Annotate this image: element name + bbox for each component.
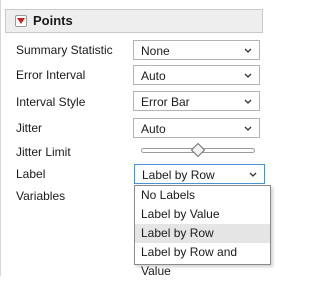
chevron-down-icon [244,48,252,53]
interval-style-combo[interactable]: Error Bar [133,91,260,111]
window-edge [0,0,1,276]
variables-label: Variables [16,189,66,203]
chevron-down-icon [244,99,252,104]
chevron-down-icon [244,73,252,78]
label-combo[interactable]: Label by Row [134,164,265,184]
dropdown-option-label-by-row[interactable]: Label by Row [135,224,270,243]
label-value: Label by Row [142,168,215,182]
summary-statistic-value: None [141,44,170,58]
error-interval-combo[interactable]: Auto [133,65,260,85]
interval-style-label: Interval Style [16,95,86,109]
jitter-value: Auto [141,122,166,136]
jitter-combo[interactable]: Auto [133,118,260,138]
summary-statistic-label: Summary Statistic [16,43,113,57]
dropdown-option-no-labels[interactable]: No Labels [135,186,270,205]
points-panel-header[interactable]: Points [5,9,263,33]
panel-title: Points [33,13,73,28]
summary-statistic-combo[interactable]: None [133,40,260,60]
jitter-limit-label: Jitter Limit [16,145,71,159]
error-interval-value: Auto [141,69,166,83]
interval-style-value: Error Bar [141,95,190,109]
chevron-down-icon [249,172,257,177]
label-label: Label [16,167,46,181]
disclosure-triangle-icon[interactable] [15,15,27,27]
jitter-label: Jitter [16,121,43,135]
jitter-limit-slider-thumb[interactable] [191,143,205,157]
label-dropdown-list: No Labels Label by Value Label by Row La… [134,185,271,278]
chevron-down-icon [244,126,252,131]
error-interval-label: Error Interval [16,68,86,82]
dropdown-option-label-by-value[interactable]: Label by Value [135,205,270,224]
dropdown-option-label-by-row-and-value[interactable]: Label by Row and Value [135,243,270,278]
